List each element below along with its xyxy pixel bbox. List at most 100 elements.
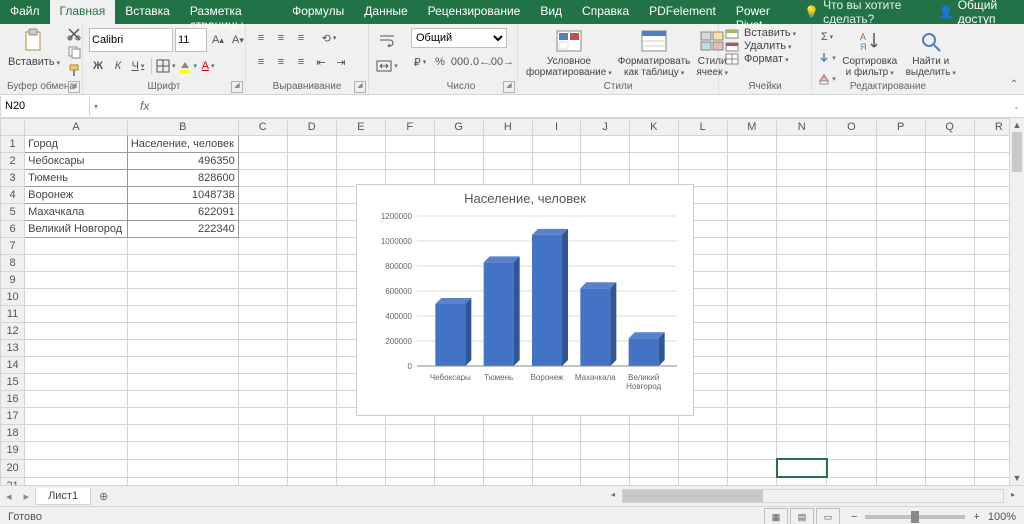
row-header[interactable]: 12 bbox=[1, 323, 25, 340]
cell[interactable] bbox=[287, 204, 336, 221]
tab-review[interactable]: Рецензирование bbox=[418, 0, 531, 24]
cell[interactable] bbox=[385, 425, 434, 442]
cell[interactable]: 496350 bbox=[127, 153, 238, 170]
cell[interactable] bbox=[336, 425, 385, 442]
cell[interactable] bbox=[876, 238, 925, 255]
paste-button[interactable]: Вставить bbox=[6, 26, 62, 70]
cell[interactable]: Население, человек bbox=[127, 136, 238, 153]
cell[interactable] bbox=[678, 477, 727, 485]
cell[interactable] bbox=[876, 425, 925, 442]
cell[interactable] bbox=[127, 340, 238, 357]
cell[interactable] bbox=[287, 255, 336, 272]
wrap-text-button[interactable] bbox=[375, 30, 399, 50]
column-header[interactable]: F bbox=[385, 119, 434, 136]
font-size-combo[interactable] bbox=[175, 28, 207, 52]
cell[interactable] bbox=[925, 374, 974, 391]
cell[interactable] bbox=[827, 340, 877, 357]
column-header[interactable]: I bbox=[532, 119, 580, 136]
cell[interactable] bbox=[876, 272, 925, 289]
cell[interactable] bbox=[532, 425, 580, 442]
cell[interactable] bbox=[238, 187, 287, 204]
row-header[interactable]: 20 bbox=[1, 459, 25, 477]
cell[interactable] bbox=[385, 459, 434, 477]
cell[interactable] bbox=[238, 289, 287, 306]
view-page-layout-button[interactable]: ▤ bbox=[790, 508, 814, 524]
cell[interactable] bbox=[727, 289, 777, 306]
row-header[interactable]: 5 bbox=[1, 204, 25, 221]
percent-button[interactable]: % bbox=[431, 52, 449, 72]
cell[interactable] bbox=[827, 255, 877, 272]
row-header[interactable]: 15 bbox=[1, 374, 25, 391]
cell[interactable] bbox=[827, 306, 877, 323]
cell[interactable] bbox=[127, 238, 238, 255]
cell[interactable] bbox=[25, 255, 128, 272]
cell[interactable] bbox=[336, 459, 385, 477]
cell[interactable] bbox=[777, 340, 827, 357]
row-header[interactable]: 2 bbox=[1, 153, 25, 170]
cell[interactable] bbox=[629, 425, 678, 442]
cell[interactable] bbox=[827, 136, 877, 153]
zoom-out-button[interactable]: − bbox=[851, 511, 857, 523]
row-header[interactable]: 11 bbox=[1, 306, 25, 323]
cell[interactable] bbox=[925, 221, 974, 238]
cell[interactable]: Тюмень bbox=[25, 170, 128, 187]
cell[interactable] bbox=[629, 459, 678, 477]
row-header[interactable]: 8 bbox=[1, 255, 25, 272]
row-header[interactable]: 1 bbox=[1, 136, 25, 153]
vertical-scroll-thumb[interactable] bbox=[1012, 132, 1022, 172]
cell[interactable] bbox=[727, 170, 777, 187]
cell[interactable] bbox=[876, 357, 925, 374]
cell[interactable] bbox=[876, 477, 925, 485]
cell[interactable] bbox=[678, 153, 727, 170]
tab-help[interactable]: Справка bbox=[572, 0, 639, 24]
cell[interactable] bbox=[827, 272, 877, 289]
cell[interactable] bbox=[727, 255, 777, 272]
cell[interactable] bbox=[876, 204, 925, 221]
borders-button[interactable] bbox=[156, 56, 176, 76]
cell[interactable] bbox=[238, 153, 287, 170]
increase-decimal-button[interactable]: .0← bbox=[471, 52, 489, 72]
cell[interactable] bbox=[629, 477, 678, 485]
cell[interactable] bbox=[238, 374, 287, 391]
cell[interactable] bbox=[777, 323, 827, 340]
cell[interactable] bbox=[581, 425, 630, 442]
cell[interactable] bbox=[925, 459, 974, 477]
zoom-slider-knob[interactable] bbox=[911, 511, 919, 523]
cell[interactable] bbox=[876, 136, 925, 153]
cell[interactable] bbox=[434, 442, 483, 460]
cell[interactable] bbox=[238, 459, 287, 477]
cell[interactable] bbox=[25, 340, 128, 357]
view-normal-button[interactable]: ▦ bbox=[764, 508, 788, 524]
align-center-button[interactable]: ≡ bbox=[272, 52, 290, 72]
cell[interactable] bbox=[777, 306, 827, 323]
cell[interactable] bbox=[434, 477, 483, 485]
zoom-value[interactable]: 100% bbox=[988, 511, 1016, 523]
column-header[interactable]: Q bbox=[925, 119, 974, 136]
cell[interactable] bbox=[777, 289, 827, 306]
cell[interactable] bbox=[777, 459, 827, 477]
row-header[interactable]: 21 bbox=[1, 477, 25, 485]
decrease-font-button[interactable]: A▾ bbox=[229, 30, 247, 50]
column-header[interactable]: N bbox=[777, 119, 827, 136]
cell[interactable] bbox=[827, 238, 877, 255]
cell[interactable] bbox=[434, 459, 483, 477]
cell[interactable] bbox=[287, 238, 336, 255]
cell[interactable] bbox=[827, 153, 877, 170]
cell[interactable] bbox=[876, 459, 925, 477]
tab-view[interactable]: Вид bbox=[530, 0, 572, 24]
name-box-input[interactable] bbox=[0, 96, 90, 116]
cell[interactable] bbox=[777, 204, 827, 221]
copy-button[interactable] bbox=[66, 44, 82, 60]
cell[interactable] bbox=[925, 170, 974, 187]
cell[interactable] bbox=[25, 391, 128, 408]
cell[interactable] bbox=[777, 238, 827, 255]
collapse-ribbon-button[interactable]: ⌃ bbox=[1010, 79, 1018, 90]
cell[interactable] bbox=[238, 204, 287, 221]
cell[interactable] bbox=[287, 442, 336, 460]
cell[interactable] bbox=[238, 357, 287, 374]
align-right-button[interactable]: ≡ bbox=[292, 52, 310, 72]
font-dialog-launcher[interactable]: ◢ bbox=[231, 81, 243, 93]
cell[interactable] bbox=[925, 477, 974, 485]
accounting-format-button[interactable]: ₽ bbox=[411, 52, 429, 72]
cell[interactable] bbox=[25, 477, 128, 485]
